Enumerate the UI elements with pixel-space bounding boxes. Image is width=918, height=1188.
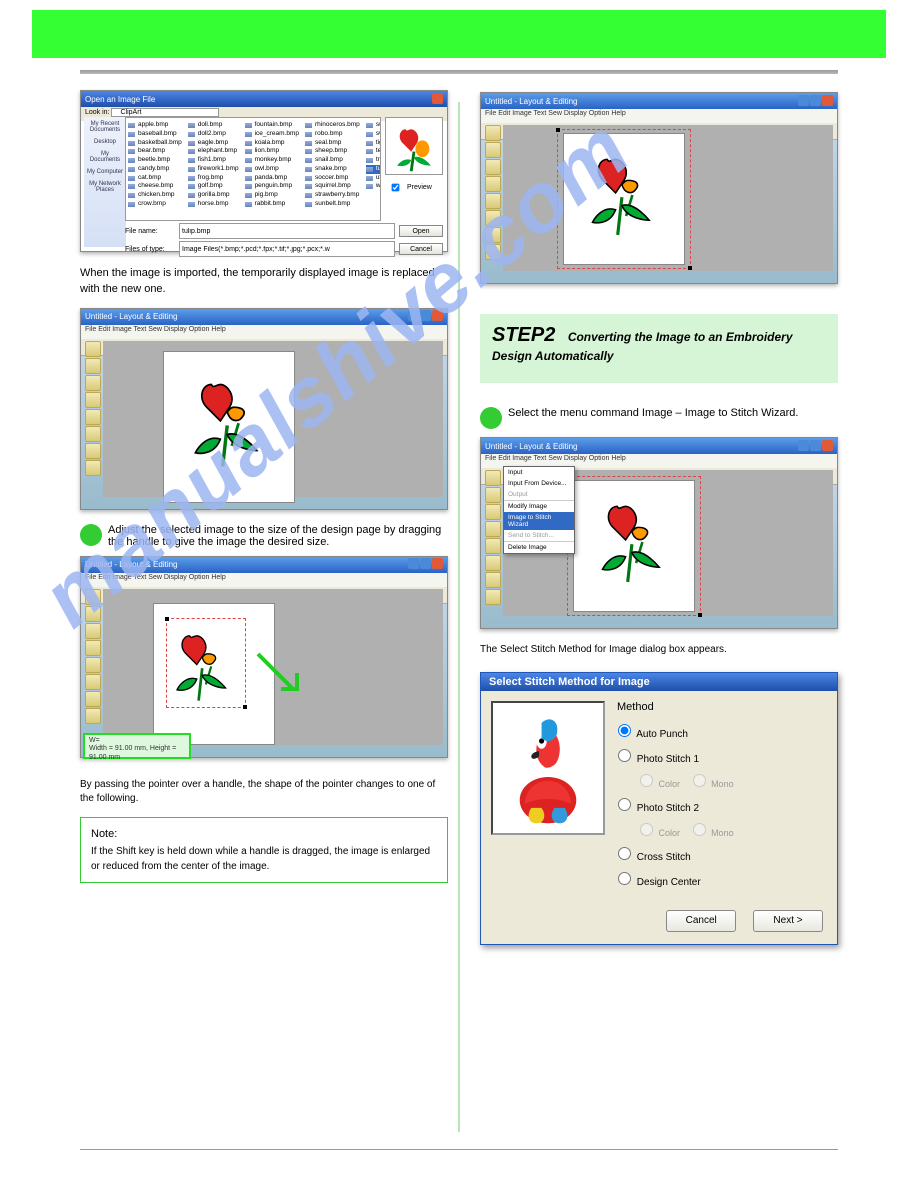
file-item[interactable]: sunbelt.bmp xyxy=(305,200,360,209)
opt-auto-punch[interactable]: Auto Punch xyxy=(613,721,819,740)
file-item[interactable]: penguin.bmp xyxy=(245,182,299,191)
file-item[interactable]: snake.bmp xyxy=(305,165,360,174)
file-item[interactable]: robo.bmp xyxy=(305,130,360,139)
stitch-dialog-title: Select Stitch Method for Image xyxy=(481,673,837,691)
filetype-combo[interactable] xyxy=(179,241,395,257)
file-item[interactable]: soccer.bmp xyxy=(305,174,360,183)
file-list[interactable]: apple.bmpbaseball.bmpbasketball.bmpbear.… xyxy=(125,117,381,221)
file-item[interactable]: firework1.bmp xyxy=(188,165,239,174)
open-button[interactable]: Open xyxy=(399,225,443,237)
file-item[interactable]: crow.bmp xyxy=(128,200,182,209)
file-item[interactable]: basketball.bmp xyxy=(128,139,182,148)
preview-pane: Preview xyxy=(385,117,443,197)
cancel-button[interactable]: Cancel xyxy=(399,243,443,255)
step-r1-text: Select the menu command Image – Image to… xyxy=(508,407,798,419)
file-item[interactable]: strawberry.bmp xyxy=(305,191,360,200)
editor-shot-3: Untitled - Layout & Editing File Edit Im… xyxy=(480,92,838,284)
file-item[interactable]: baseball.bmp xyxy=(128,130,182,139)
preview-checkbox[interactable]: Preview xyxy=(385,184,432,191)
image-menu-dropdown[interactable]: Input Input From Device... Output Modify… xyxy=(503,466,575,554)
note-box: Note: If the Shift key is held down whil… xyxy=(80,817,448,884)
file-item[interactable]: chicken.bmp xyxy=(128,191,182,200)
file-item[interactable]: tropical_fish1.bmp xyxy=(366,156,381,165)
place-desktop[interactable]: Desktop xyxy=(94,139,116,145)
file-item[interactable]: horse.bmp xyxy=(188,200,239,209)
file-item[interactable]: whale.bmp xyxy=(366,182,381,191)
file-item[interactable]: swimming.bmp xyxy=(366,130,381,139)
editor-shot-2: Untitled - Layout & Editing File Edit Im… xyxy=(80,556,448,758)
resize-arrow-icon xyxy=(253,649,313,709)
file-item[interactable]: tiger.bmp xyxy=(366,139,381,148)
paragraph-stitch-dialog-appears: The Select Stitch Method for Image dialo… xyxy=(480,643,838,658)
stitch-method-dialog: Select Stitch Method for Image Method Au… xyxy=(480,672,838,945)
file-item[interactable]: candy.bmp xyxy=(128,165,182,174)
dialog-title: Open an Image File xyxy=(85,95,155,104)
file-item[interactable]: telephone.bmp xyxy=(366,147,381,156)
opt-design-center[interactable]: Design Center xyxy=(613,869,819,888)
file-item[interactable]: elephant.bmp xyxy=(188,147,239,156)
file-item[interactable]: monkey.bmp xyxy=(245,156,299,165)
file-item[interactable]: rabbit.bmp xyxy=(245,200,299,209)
file-item[interactable]: doll2.bmp xyxy=(188,130,239,139)
place-network[interactable]: My Network Places xyxy=(86,181,124,193)
file-item[interactable]: pig.bmp xyxy=(245,191,299,200)
places-bar: My Recent Documents Desktop My Documents… xyxy=(84,117,126,247)
step-3-text: Adjust the selected image to the size of… xyxy=(108,524,448,548)
step-banner: STEP2 Converting the Image to an Embroid… xyxy=(480,314,838,383)
file-item[interactable]: frog.bmp xyxy=(188,174,239,183)
file-item[interactable]: seal.bmp xyxy=(305,139,360,148)
file-item[interactable]: panda.bmp xyxy=(245,174,299,183)
file-item[interactable]: ice_cream.bmp xyxy=(245,130,299,139)
file-item[interactable]: eagle.bmp xyxy=(188,139,239,148)
footer-rule xyxy=(80,1149,838,1150)
file-item[interactable]: snail.bmp xyxy=(305,156,360,165)
file-item[interactable]: cheese.bmp xyxy=(128,182,182,191)
lookin-combo[interactable]: ClipArt xyxy=(111,108,219,117)
stitch-next-button[interactable]: Next > xyxy=(753,910,823,932)
file-item[interactable]: beetle.bmp xyxy=(128,156,182,165)
file-item[interactable]: doll.bmp xyxy=(188,121,239,130)
file-item[interactable]: gorilla.bmp xyxy=(188,191,239,200)
file-item[interactable]: sunflower.bmp xyxy=(366,121,381,130)
opt-photo1[interactable]: Photo Stitch 1 xyxy=(613,746,819,765)
dialog-titlebar: Open an Image File xyxy=(81,91,447,107)
editor-shot-1: Untitled - Layout & Editing File Edit Im… xyxy=(80,308,448,510)
file-item[interactable]: tulip.bmp xyxy=(366,165,381,174)
window-buttons xyxy=(431,93,443,106)
file-item[interactable]: apple.bmp xyxy=(128,121,182,130)
file-item[interactable]: golf.bmp xyxy=(188,182,239,191)
file-item[interactable]: ufo.bmp xyxy=(366,174,381,183)
place-computer[interactable]: My Computer xyxy=(87,169,123,175)
paragraph-imported: When the image is imported, the temporar… xyxy=(80,266,448,298)
file-item[interactable]: sheep.bmp xyxy=(305,147,360,156)
open-image-dialog: Open an Image File Look in: ClipArt My R… xyxy=(80,90,448,252)
file-item[interactable]: rhinoceros.bmp xyxy=(305,121,360,130)
header-rule xyxy=(80,70,838,74)
step-bullet-r1 xyxy=(480,407,502,429)
file-item[interactable]: koala.bmp xyxy=(245,139,299,148)
step-bullet-3 xyxy=(80,524,102,546)
file-item[interactable]: bear.bmp xyxy=(128,147,182,156)
stitch-cancel-button[interactable]: Cancel xyxy=(666,910,736,932)
opt-cross[interactable]: Cross Stitch xyxy=(613,844,819,863)
file-item[interactable]: lion.bmp xyxy=(245,147,299,156)
column-divider xyxy=(458,102,460,1132)
status-bar-callout: W= Width = 91.00 mm, Height = 91.00 mm xyxy=(83,733,191,759)
file-item[interactable]: owl.bmp xyxy=(245,165,299,174)
editor-shot-menu: Untitled - Layout & Editing File Edit Im… xyxy=(480,437,838,629)
file-item[interactable]: fish1.bmp xyxy=(188,156,239,165)
header-banner xyxy=(32,10,886,58)
paragraph-pointer-handles: By passing the pointer over a handle, th… xyxy=(80,778,448,807)
file-item[interactable]: fountain.bmp xyxy=(245,121,299,130)
place-documents[interactable]: My Documents xyxy=(86,151,124,163)
file-item[interactable]: squirrel.bmp xyxy=(305,182,360,191)
filename-input[interactable] xyxy=(179,223,395,239)
stitch-preview-thumb xyxy=(491,701,605,835)
place-recent[interactable]: My Recent Documents xyxy=(86,121,124,133)
opt-photo2[interactable]: Photo Stitch 2 xyxy=(613,795,819,814)
file-item[interactable]: cat.bmp xyxy=(128,174,182,183)
